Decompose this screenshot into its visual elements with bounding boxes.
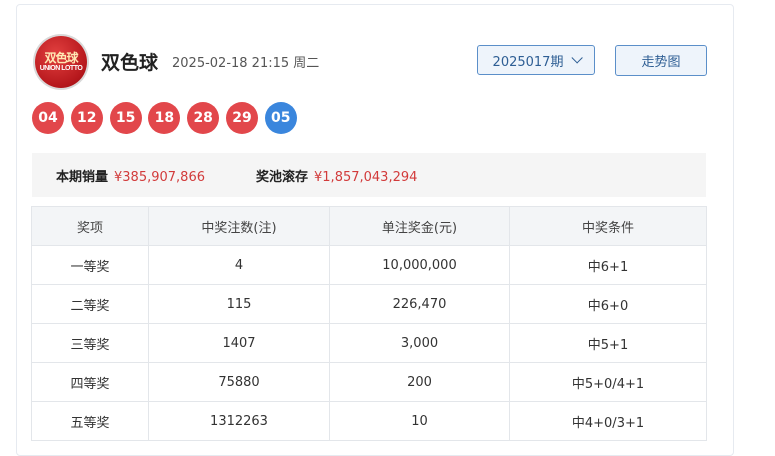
logo-text: 双色球 <box>44 50 78 65</box>
prize-level: 四等奖 <box>31 362 149 402</box>
red-ball: 28 <box>187 102 220 134</box>
chevron-down-icon <box>571 52 584 64</box>
prize-condition: 中6+0 <box>509 284 707 324</box>
prize-condition: 中5+0/4+1 <box>509 362 707 402</box>
table-header-row: 奖项 中奖注数(注) 单注奖金(元) 中奖条件 <box>31 206 707 246</box>
sales-stat: 本期销量 ¥385,907,866 <box>56 166 205 185</box>
red-ball: 15 <box>109 102 142 134</box>
winner-count: 1312263 <box>148 401 330 441</box>
pool-value: ¥1,857,043,294 <box>314 169 418 185</box>
column-header: 中奖注数(注) <box>148 206 330 246</box>
sales-stats: 本期销量 ¥385,907,866 奖池滚存 ¥1,857,043,294 <box>32 153 706 197</box>
sales-label: 本期销量 <box>56 169 109 185</box>
table-row: 一等奖 4 10,000,000 中6+1 <box>31 245 707 285</box>
page-title: 双色球 <box>101 52 159 74</box>
logo-subtext: UNION LOTTO <box>39 64 83 72</box>
prize-level: 五等奖 <box>31 401 149 441</box>
issue-select[interactable]: 2025017期 <box>477 45 595 75</box>
prize-condition: 中6+1 <box>509 245 707 285</box>
sales-value: ¥385,907,866 <box>114 169 205 185</box>
prize-amount: 200 <box>329 362 510 402</box>
prize-table: 奖项 中奖注数(注) 单注奖金(元) 中奖条件 一等奖 4 10,000,000… <box>31 206 707 441</box>
winning-numbers: 04 12 15 18 28 29 05 <box>32 102 297 134</box>
winner-count: 1407 <box>148 323 330 363</box>
union-lotto-logo: 双色球 UNION LOTTO <box>35 36 87 88</box>
table-row: 五等奖 1312263 10 中4+0/3+1 <box>31 401 707 441</box>
pool-label: 奖池滚存 <box>256 169 309 185</box>
red-ball: 29 <box>225 102 258 134</box>
issue-select-value: 2025017期 <box>492 54 564 70</box>
prize-amount: 10 <box>329 401 510 441</box>
winner-count: 115 <box>148 284 330 324</box>
pool-stat: 奖池滚存 ¥1,857,043,294 <box>256 166 417 185</box>
table-row: 二等奖 115 226,470 中6+0 <box>31 284 707 324</box>
prize-level: 一等奖 <box>31 245 149 285</box>
column-header: 中奖条件 <box>509 206 707 246</box>
column-header: 奖项 <box>31 206 149 246</box>
trend-chart-button[interactable]: 走势图 <box>615 45 707 76</box>
winner-count: 4 <box>148 245 330 285</box>
prize-amount: 226,470 <box>329 284 510 324</box>
draw-datetime: 2025-02-18 21:15 周二 <box>172 56 320 71</box>
prize-amount: 3,000 <box>329 323 510 363</box>
column-header: 单注奖金(元) <box>329 206 510 246</box>
prize-level: 三等奖 <box>31 323 149 363</box>
red-ball: 04 <box>32 102 64 134</box>
blue-ball: 05 <box>264 102 297 134</box>
prize-amount: 10,000,000 <box>329 245 510 285</box>
table-row: 四等奖 75880 200 中5+0/4+1 <box>31 362 707 402</box>
prize-condition: 中4+0/3+1 <box>509 401 707 441</box>
prize-level: 二等奖 <box>31 284 149 324</box>
winner-count: 75880 <box>148 362 330 402</box>
prize-condition: 中5+1 <box>509 323 707 363</box>
table-row: 三等奖 1407 3,000 中5+1 <box>31 323 707 363</box>
red-ball: 12 <box>70 102 103 134</box>
red-ball: 18 <box>148 102 181 134</box>
